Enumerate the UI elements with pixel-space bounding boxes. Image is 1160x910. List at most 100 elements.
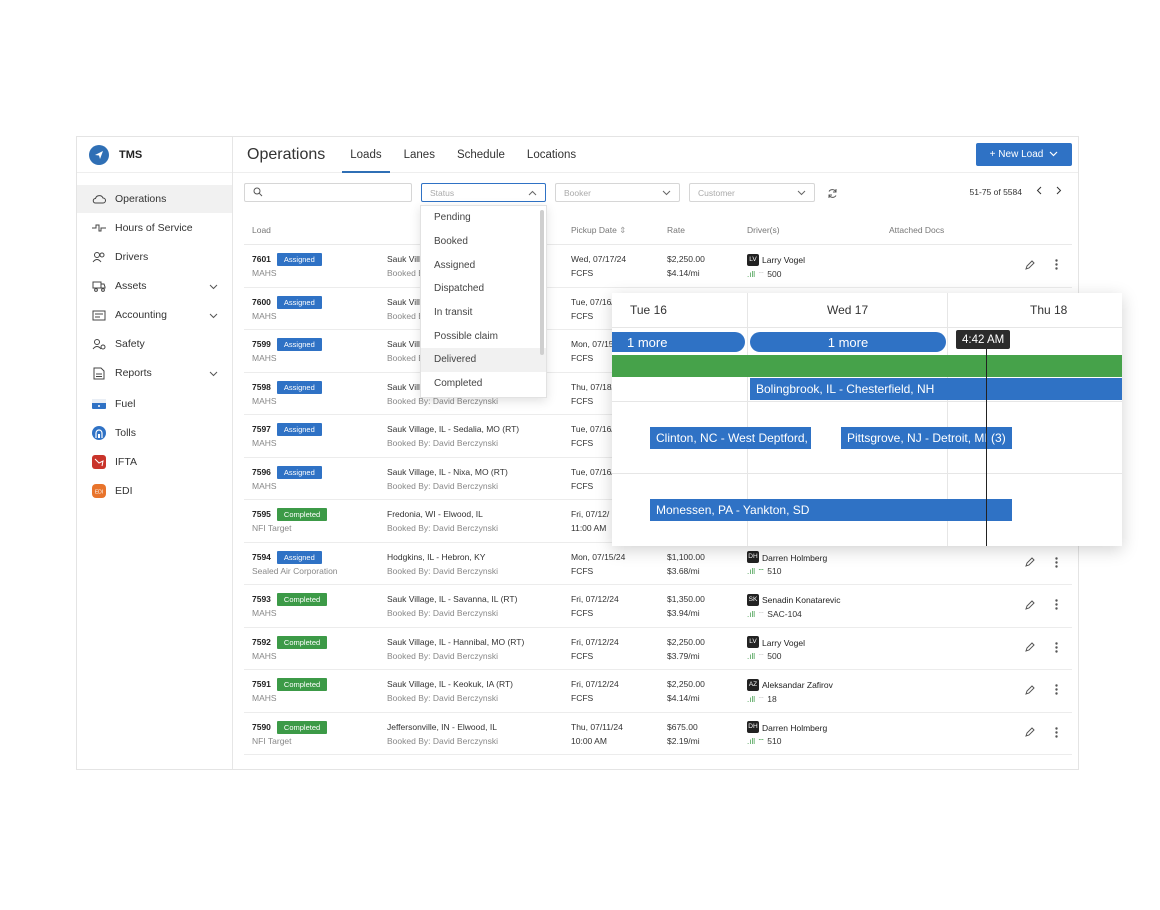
load-id[interactable]: 7592: [252, 637, 271, 647]
load-id[interactable]: 7600: [252, 297, 271, 307]
sidebar-item-ifta[interactable]: IFTA: [77, 448, 232, 476]
load-cell: 7594 Assigned Sealed Air Corporation: [252, 550, 338, 578]
sidebar-item-drivers[interactable]: Drivers: [77, 243, 232, 271]
load-id[interactable]: 7601: [252, 254, 271, 264]
dropdown-option-in-transit[interactable]: In transit: [421, 301, 546, 325]
sidebar-item-edi[interactable]: EDI EDI: [77, 477, 232, 505]
route-cell: Jeffersonville, IN - Elwood, IL Booked B…: [387, 720, 498, 748]
edit-icon[interactable]: [1025, 684, 1035, 697]
tab-schedule[interactable]: Schedule: [446, 137, 516, 173]
driver-name[interactable]: Aleksandar Zafirov: [762, 680, 833, 690]
dropdown-option-booked[interactable]: Booked: [421, 230, 546, 254]
driver-name[interactable]: Darren Holmberg: [762, 552, 827, 562]
more-vertical-icon[interactable]: [1055, 684, 1058, 697]
driver-name[interactable]: Senadin Konatarevic: [762, 595, 840, 605]
load-id[interactable]: 7594: [252, 552, 271, 562]
edit-icon[interactable]: [1025, 599, 1035, 612]
customer-placeholder: Customer: [698, 187, 735, 198]
more-vertical-icon[interactable]: [1055, 556, 1058, 570]
load-id[interactable]: 7596: [252, 467, 271, 477]
status-select[interactable]: Status: [421, 183, 546, 202]
load-id[interactable]: 7597: [252, 424, 271, 434]
load-id[interactable]: 7595: [252, 509, 271, 519]
driver-initials: LV: [747, 253, 759, 266]
edit-icon[interactable]: [1025, 557, 1035, 569]
sidebar-item-label: EDI: [115, 485, 133, 497]
table-row[interactable]: 7591 Completed MAHS Sauk Village, IL - Ke…: [244, 670, 1072, 713]
dropdown-option-delivered[interactable]: Delivered: [421, 348, 546, 372]
table-row[interactable]: 7593 Completed MAHS Sauk Village, IL - Sa…: [244, 585, 1072, 628]
dropdown-option-completed[interactable]: Completed: [421, 372, 546, 396]
tab-loads[interactable]: Loads: [339, 137, 392, 173]
route: Sauk Villa: [387, 339, 425, 349]
status-badge: Assigned: [276, 423, 322, 436]
pickup-date: Fri, 07/12/: [571, 509, 610, 519]
search-input[interactable]: [244, 183, 412, 202]
more-vertical-icon[interactable]: [1055, 599, 1058, 612]
more-vertical-icon[interactable]: [1055, 641, 1058, 655]
dropdown-option-assigned[interactable]: Assigned: [421, 253, 546, 277]
tab-locations[interactable]: Locations: [516, 137, 587, 173]
row-actions: [1025, 556, 1058, 570]
load-id[interactable]: 7590: [252, 722, 271, 732]
refresh-icon[interactable]: [827, 186, 838, 204]
chevron-left-icon[interactable]: [1036, 186, 1042, 197]
dropdown-option-dispatched[interactable]: Dispatched: [421, 277, 546, 301]
event-clinton[interactable]: Clinton, NC - West Deptford,: [650, 427, 811, 449]
status-badge: Assigned: [276, 550, 322, 564]
edit-icon[interactable]: [1025, 259, 1035, 272]
sidebar-item-label: Accounting: [115, 309, 167, 321]
event-bolingbrook[interactable]: Bolingbrook, IL - Chesterfield, NH: [750, 378, 1122, 400]
route-cell: Fredonia, WI - Elwood, IL Booked By: Dav…: [387, 507, 498, 535]
sidebar-item-safety[interactable]: Safety: [77, 330, 232, 358]
table-row[interactable]: 7601 Assigned MAHS Sauk Villa Booked B We…: [244, 245, 1072, 288]
booker-select[interactable]: Booker: [555, 183, 680, 202]
sidebar-item-tolls[interactable]: Tolls: [77, 419, 232, 447]
sidebar-item-assets[interactable]: Assets: [77, 272, 232, 300]
more-events-button[interactable]: 1 more: [750, 332, 946, 352]
more-vertical-icon[interactable]: [1055, 259, 1058, 272]
col-drivers[interactable]: Driver(s): [747, 225, 780, 235]
event-bar-green[interactable]: [612, 355, 1122, 377]
pickup-date: Fri, 07/12/24: [571, 636, 619, 647]
edit-icon[interactable]: [1025, 727, 1035, 739]
table-row[interactable]: 7592 Completed MAHS Sauk Village, IL - Ha…: [244, 628, 1072, 670]
new-load-button[interactable]: + New Load: [976, 143, 1072, 166]
col-load[interactable]: Load: [252, 225, 271, 235]
load-id[interactable]: 7599: [252, 339, 271, 349]
load-id[interactable]: 7593: [252, 594, 271, 604]
tab-lanes[interactable]: Lanes: [393, 137, 446, 173]
load-id[interactable]: 7591: [252, 679, 271, 689]
dropdown-option-pending[interactable]: Pending: [421, 206, 546, 230]
driver-name[interactable]: Darren Holmberg: [762, 722, 827, 732]
customer-select[interactable]: Customer: [689, 183, 815, 202]
table-row[interactable]: 7590 Completed NFI Target Jeffersonville,…: [244, 713, 1072, 755]
sidebar-item-hours-of-service[interactable]: Hours of Service: [77, 214, 232, 242]
dropdown-scrollbar[interactable]: [540, 210, 544, 355]
driver-name[interactable]: Larry Vogel: [762, 637, 805, 647]
sidebar-item-reports[interactable]: Reports: [77, 359, 232, 387]
brand[interactable]: TMS: [77, 137, 232, 173]
dropdown-option-possible-claim[interactable]: Possible claim: [421, 324, 546, 348]
sidebar-item-fuel[interactable]: Fuel: [77, 390, 232, 418]
col-attached-docs[interactable]: Attached Docs: [889, 225, 944, 235]
row-divider: [612, 473, 1122, 474]
table-row[interactable]: 7594 Assigned Sealed Air Corporation Hodg…: [244, 543, 1072, 585]
chevron-down-icon: [797, 188, 806, 198]
more-vertical-icon[interactable]: [1055, 726, 1058, 740]
rate: $1,100.00: [667, 551, 705, 562]
search-icon: [253, 187, 263, 199]
event-monessen[interactable]: Monessen, PA - Yankton, SD: [650, 499, 1012, 521]
col-pickup-date[interactable]: Pickup Date ⇕: [571, 225, 626, 236]
header: Operations Loads Lanes Schedule Location…: [233, 137, 1078, 173]
edit-icon[interactable]: [1025, 642, 1035, 654]
chevron-down-icon[interactable]: [1049, 149, 1058, 160]
chevron-right-icon[interactable]: [1056, 186, 1062, 197]
col-rate[interactable]: Rate: [667, 225, 685, 235]
more-events-button[interactable]: 1 more: [612, 332, 745, 352]
load-id[interactable]: 7598: [252, 382, 271, 392]
sidebar-item-accounting[interactable]: Accounting: [77, 301, 232, 329]
pickup-cell: Fri, 07/12/ 11:00 AM: [571, 507, 609, 535]
driver-name[interactable]: Larry Vogel: [762, 255, 805, 265]
sidebar-item-operations[interactable]: Operations: [77, 185, 232, 213]
